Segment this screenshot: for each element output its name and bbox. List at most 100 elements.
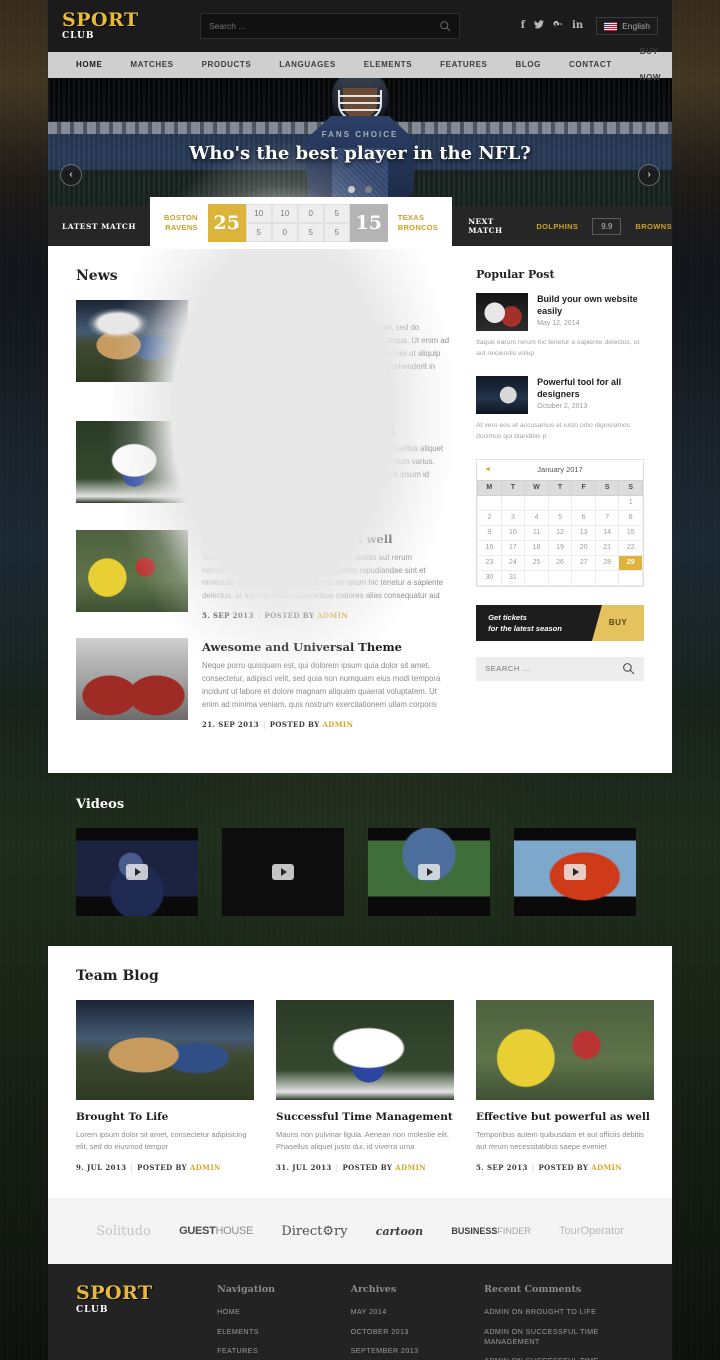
calendar-day[interactable]: 12 (547, 524, 573, 541)
calendar-day[interactable]: 26 (547, 554, 573, 571)
footer-comment-item[interactable]: ADMIN ON BROUGHT TO LIFE (484, 1307, 644, 1317)
team-blog-item-author[interactable]: ADMIN (591, 1163, 622, 1172)
calendar-day[interactable] (547, 569, 573, 586)
nav-item-elements[interactable]: ELEMENTS (350, 52, 426, 78)
nav-item-matches[interactable]: MATCHES (116, 52, 187, 78)
partner-logo-directory[interactable]: Direct⚙ry (281, 1224, 347, 1239)
nav-item-contact[interactable]: CONTACT (555, 52, 626, 78)
calendar-day[interactable]: 15 (618, 524, 643, 541)
calendar-day[interactable]: 16 (477, 539, 502, 556)
calendar-day[interactable]: 11 (524, 524, 549, 541)
popular-post-title-text[interactable]: Powerful tool for all designers (537, 376, 644, 400)
calendar-day[interactable]: 5 (547, 509, 573, 526)
calendar-day[interactable]: 23 (477, 554, 502, 571)
calendar-day[interactable]: 10 (500, 524, 526, 541)
calendar-day[interactable] (524, 494, 549, 511)
calendar-day[interactable]: 14 (594, 524, 620, 541)
team-blog-item[interactable]: Effective but powerful as well Temporibu… (476, 999, 654, 1172)
calendar-day-today[interactable]: 29 (618, 554, 643, 571)
calendar-day[interactable]: 3 (500, 509, 526, 526)
facebook-icon[interactable]: f (521, 21, 525, 31)
team-blog-item[interactable]: Brought To Life Lorem ipsum dolor sit am… (76, 999, 254, 1172)
footer-archive-september-2013[interactable]: SEPTEMBER 2013 (351, 1346, 485, 1356)
calendar-day[interactable]: 27 (571, 554, 596, 571)
sidebar-search-input[interactable] (485, 664, 622, 673)
team-blog-image[interactable] (276, 999, 454, 1100)
hero-prev-arrow[interactable]: ‹ (60, 164, 82, 186)
hero-dot-1[interactable] (347, 186, 355, 193)
hero-next-arrow[interactable]: › (638, 164, 660, 186)
calendar-day[interactable]: 1 (618, 494, 643, 511)
footer-archive-may-2014[interactable]: MAY 2014 (351, 1307, 485, 1317)
calendar-day[interactable]: 8 (618, 509, 643, 526)
calendar-day[interactable]: 30 (477, 569, 502, 586)
popular-post-title-text[interactable]: Build your own website easily (537, 293, 644, 317)
popular-post-thumbnail[interactable] (476, 293, 529, 331)
calendar-day[interactable]: 31 (500, 569, 526, 586)
partner-logo-businessfinder[interactable]: BUSINESSFINDER (451, 1226, 531, 1236)
google-plus-icon[interactable] (553, 20, 563, 32)
popular-post-item[interactable]: Build your own website easily May 12, 20… (476, 293, 644, 331)
nav-item-features[interactable]: FEATURES (426, 52, 501, 78)
language-selector[interactable]: English (596, 17, 658, 35)
calendar-day[interactable]: 18 (524, 539, 549, 556)
footer-comment-item[interactable]: ADMIN ON SUCCESSFUL TIME MANAGEMENT (484, 1327, 644, 1348)
calendar-day[interactable] (547, 494, 573, 511)
nav-item-languages[interactable]: LANGUAGES (265, 52, 350, 78)
next-match-odds[interactable]: 9.9 (592, 217, 622, 235)
team-blog-item-title[interactable]: Effective but powerful as well (476, 1111, 654, 1123)
nav-item-blog[interactable]: BLOG (501, 52, 555, 78)
partner-logo-cartoon[interactable]: cartoon (376, 1225, 423, 1238)
hero-dot-2[interactable] (365, 186, 373, 193)
team-blog-item-author[interactable]: ADMIN (395, 1163, 426, 1172)
calendar-day[interactable]: 2 (477, 509, 502, 526)
partner-logo-guesthouse[interactable]: GUESTHOUSE (179, 1225, 253, 1237)
video-thumbnail[interactable] (368, 827, 490, 916)
calendar-day[interactable] (571, 569, 596, 586)
calendar-day[interactable]: 17 (500, 539, 526, 556)
team-blog-image[interactable] (476, 999, 654, 1100)
video-thumbnail[interactable] (76, 827, 198, 916)
partner-logo-solitudo[interactable]: Solitudo (96, 1224, 151, 1239)
team-blog-image[interactable] (76, 999, 254, 1100)
search-icon[interactable] (439, 20, 451, 32)
calendar-day[interactable]: 19 (547, 539, 573, 556)
footer-link-features[interactable]: FEATURES (217, 1346, 351, 1356)
footer-link-home[interactable]: HOME (217, 1307, 351, 1317)
team-blog-item-title[interactable]: Brought To Life (76, 1111, 254, 1123)
calendar-day[interactable] (571, 494, 596, 511)
linkedin-icon[interactable]: in (572, 21, 583, 31)
calendar-day[interactable]: 21 (594, 539, 620, 556)
calendar-day[interactable] (618, 569, 643, 586)
calendar-day[interactable]: 6 (571, 509, 596, 526)
calendar-day[interactable]: 28 (594, 554, 620, 571)
news-item-author[interactable]: ADMIN (322, 720, 353, 729)
play-icon[interactable] (126, 863, 148, 880)
calendar-day[interactable]: 7 (594, 509, 620, 526)
nav-item-products[interactable]: PRODUCTS (188, 52, 266, 78)
calendar-day[interactable]: 13 (571, 524, 596, 541)
video-thumbnail[interactable] (514, 827, 636, 916)
footer-archive-october-2013[interactable]: OCTOBER 2013 (351, 1327, 485, 1337)
play-icon[interactable] (564, 863, 586, 880)
calendar-day[interactable] (500, 494, 526, 511)
calendar-day[interactable] (477, 494, 502, 511)
site-logo[interactable]: SPORT CLUB (62, 11, 172, 41)
play-icon[interactable] (418, 863, 440, 880)
footer-logo[interactable]: SPORT CLUB (76, 1284, 217, 1360)
calendar-day[interactable] (594, 494, 620, 511)
search-input[interactable] (209, 21, 439, 31)
partner-logo-touroperator[interactable]: TourOperator (559, 1225, 624, 1237)
nav-item-buy-now[interactable]: BUY NOW (626, 39, 675, 91)
calendar-day[interactable]: 24 (500, 554, 526, 571)
footer-link-elements[interactable]: ELEMENTS (217, 1327, 351, 1337)
sidebar-search[interactable] (476, 656, 644, 681)
header-search[interactable] (200, 13, 460, 39)
play-icon[interactable] (272, 863, 294, 880)
nav-item-home[interactable]: HOME (62, 52, 116, 78)
footer-comment-item[interactable]: ADMIN ON SUCCESSFUL TIME MANAGEMENT (484, 1356, 644, 1360)
calendar-day[interactable]: 22 (618, 539, 643, 556)
calendar-day[interactable] (524, 569, 549, 586)
video-thumbnail[interactable] (222, 827, 344, 916)
search-icon[interactable] (622, 662, 635, 675)
